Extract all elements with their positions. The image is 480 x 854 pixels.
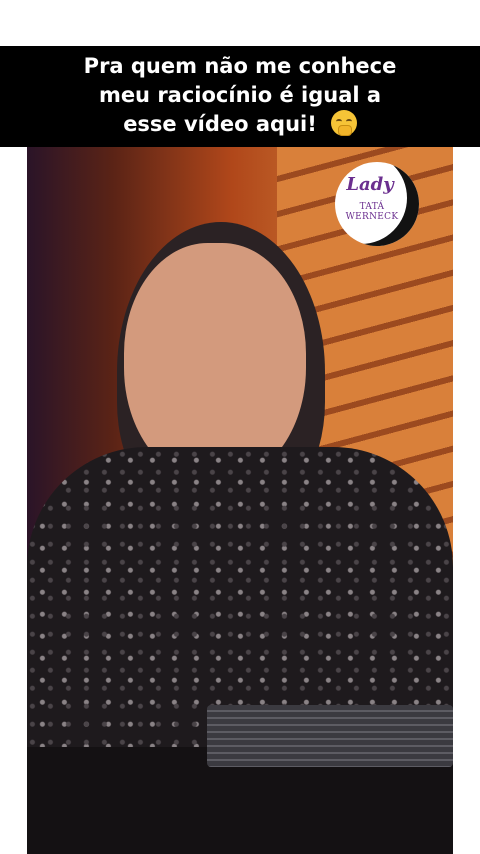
channel-logo: Lady TATÁ WERNECK bbox=[335, 162, 419, 246]
caption: Pra quem não me conhece meu raciocínio é… bbox=[0, 52, 480, 139]
logo-script: Lady bbox=[346, 174, 394, 195]
video-frame[interactable] bbox=[27, 147, 453, 854]
caption-line-3: esse vídeo aqui! bbox=[0, 110, 480, 139]
card-stack bbox=[207, 705, 453, 767]
face-with-hand-over-mouth-icon bbox=[330, 110, 357, 136]
caption-line-1: Pra quem não me conhece bbox=[83, 54, 397, 78]
logo-name: TATÁ WERNECK bbox=[345, 202, 399, 222]
caption-line-2: meu raciocínio é igual a bbox=[98, 83, 382, 107]
